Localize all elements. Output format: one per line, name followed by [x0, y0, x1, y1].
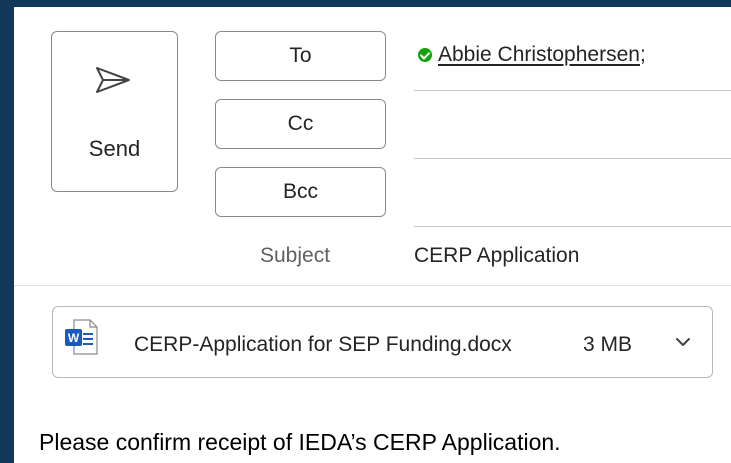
send-label: Send: [88, 136, 141, 161]
attachment-size: 3 MB: [583, 333, 633, 356]
bcc-field[interactable]: [414, 226, 731, 227]
to-button[interactable]: To: [215, 31, 386, 81]
compose-pane: Send To Cc Bcc Abbie Christophersen; Sub…: [14, 7, 731, 463]
recipient-chip[interactable]: Abbie Christophersen: [438, 43, 640, 66]
window-frame-top: [0, 0, 731, 7]
svg-text:W: W: [68, 331, 80, 345]
cc-button[interactable]: Cc: [215, 99, 386, 149]
word-document-icon: W: [65, 319, 98, 355]
attachment-card[interactable]: W CERP-Application for SEP Funding.docx …: [52, 306, 713, 378]
subject-input[interactable]: CERP Application: [414, 244, 579, 268]
to-field[interactable]: Abbie Christophersen;: [418, 43, 646, 67]
attachment-filename: CERP-Application for SEP Funding.docx: [134, 333, 512, 356]
bcc-button[interactable]: Bcc: [215, 167, 386, 217]
window-frame-left: [0, 0, 14, 463]
cc-field[interactable]: [414, 158, 731, 159]
recipient-separator: ;: [639, 43, 646, 66]
send-button[interactable]: Send: [51, 31, 178, 192]
divider: [14, 285, 731, 286]
available-status-icon: [418, 48, 432, 62]
chevron-down-icon[interactable]: [675, 336, 691, 348]
subject-label: Subject: [260, 244, 331, 267]
to-field-underline: [414, 90, 731, 91]
paper-plane-icon: [96, 67, 130, 93]
message-body[interactable]: Please confirm receipt of IEDA’s CERP Ap…: [39, 429, 561, 456]
